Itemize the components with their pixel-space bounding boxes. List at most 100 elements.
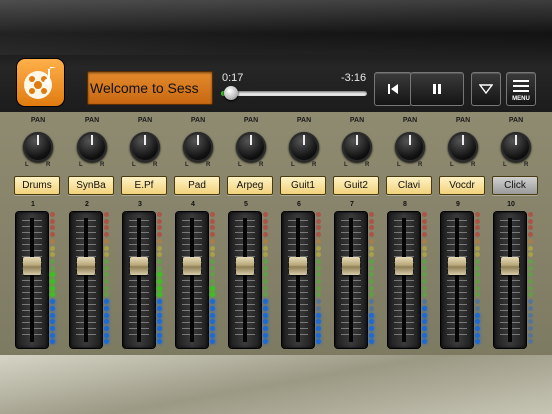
meter-led <box>157 285 162 291</box>
pan-knob[interactable] <box>448 132 478 162</box>
fader-knob[interactable] <box>289 257 307 275</box>
channel-strip: PAN L R Drums 1 <box>12 112 64 362</box>
menu-button[interactable]: MENU <box>506 72 536 106</box>
meter-led <box>422 245 427 251</box>
meter-led <box>50 285 55 291</box>
fader-knob[interactable] <box>23 257 41 275</box>
track-name-button[interactable]: Guit2 <box>333 176 379 195</box>
pan-label: PAN <box>508 117 524 124</box>
meter-led <box>104 265 109 271</box>
volume-fader[interactable] <box>176 212 208 348</box>
dropdown-button[interactable] <box>471 72 501 106</box>
pan-knob[interactable] <box>501 132 531 162</box>
track-name-button[interactable]: SynBa <box>68 176 114 195</box>
meter-led <box>422 212 427 217</box>
fader-knob[interactable] <box>448 257 466 275</box>
pan-knob[interactable] <box>77 132 107 162</box>
meter-led <box>316 285 321 291</box>
fader-knob[interactable] <box>77 257 95 275</box>
meter-led <box>263 272 268 278</box>
track-name-button[interactable]: Click <box>492 176 538 195</box>
pan-knob[interactable] <box>23 132 53 162</box>
track-name-button[interactable]: Guit1 <box>280 176 326 195</box>
level-meter <box>475 212 481 346</box>
volume-fader[interactable] <box>388 212 420 348</box>
meter-led <box>50 319 55 325</box>
meter-led <box>263 238 268 244</box>
meter-led <box>210 225 215 231</box>
volume-fader[interactable] <box>282 212 314 348</box>
position-slider-thumb[interactable] <box>224 86 238 100</box>
meter-led <box>528 339 533 345</box>
fader-knob[interactable] <box>236 257 254 275</box>
meter-led <box>157 245 162 251</box>
track-name-button[interactable]: Pad <box>174 176 220 195</box>
channel-strip: PAN L R Arpeg 5 <box>225 112 277 362</box>
pan-knob[interactable] <box>130 132 160 162</box>
meter-led <box>104 245 109 251</box>
meter-led <box>422 265 427 271</box>
triangle-down-icon <box>479 84 493 94</box>
meter-led <box>316 279 321 284</box>
position-slider[interactable] <box>221 91 367 96</box>
track-name-button[interactable]: Clavi <box>386 176 432 195</box>
meter-led <box>50 339 55 345</box>
fader-track <box>402 218 406 342</box>
meter-led <box>422 305 427 311</box>
meter-led <box>369 332 374 338</box>
channel-strip: PAN L R Guit1 6 <box>278 112 330 362</box>
rewind-button[interactable] <box>374 72 412 106</box>
meter-led <box>316 238 321 244</box>
volume-fader[interactable] <box>494 212 526 348</box>
song-title-display[interactable]: Welcome to Sess <box>87 71 213 105</box>
pan-knob[interactable] <box>395 132 425 162</box>
meter-led <box>50 292 55 298</box>
meter-led <box>528 232 533 238</box>
volume-fader[interactable] <box>70 212 102 348</box>
meter-led <box>528 299 533 305</box>
volume-fader[interactable] <box>16 212 48 348</box>
pan-knob[interactable] <box>183 132 213 162</box>
meter-led <box>210 339 215 345</box>
channel-strip: PAN L R Guit2 7 <box>331 112 383 362</box>
meter-led <box>157 305 162 311</box>
meter-led <box>369 312 374 318</box>
volume-fader[interactable] <box>441 212 473 348</box>
volume-fader[interactable] <box>123 212 155 348</box>
meter-led <box>104 258 109 264</box>
meter-led <box>369 225 374 231</box>
fader-knob[interactable] <box>183 257 201 275</box>
meter-led <box>104 212 109 217</box>
channel-number: 3 <box>138 201 142 208</box>
pan-knob[interactable] <box>236 132 266 162</box>
track-name-button[interactable]: Vocdr <box>439 176 485 195</box>
level-meter <box>263 212 269 346</box>
meter-led <box>369 218 374 224</box>
volume-fader[interactable] <box>335 212 367 348</box>
meter-led <box>369 279 374 284</box>
channel-strip: PAN L R Click 10 <box>490 112 542 362</box>
track-name-button[interactable]: Arpeg <box>227 176 273 195</box>
channel-number: 1 <box>31 201 35 208</box>
pan-knob[interactable] <box>289 132 319 162</box>
meter-led <box>422 285 427 291</box>
channel-strip: PAN L R E.Pf 3 <box>119 112 171 362</box>
meter-led <box>104 285 109 291</box>
track-name-button[interactable]: Drums <box>14 176 60 195</box>
meter-led <box>50 245 55 251</box>
volume-fader[interactable] <box>229 212 261 348</box>
pause-button[interactable] <box>410 72 464 106</box>
fader-knob[interactable] <box>395 257 413 275</box>
pan-knob[interactable] <box>342 132 372 162</box>
meter-led <box>157 319 162 325</box>
fader-knob[interactable] <box>342 257 360 275</box>
meter-led <box>316 265 321 271</box>
meter-led <box>50 325 55 331</box>
channel-number: 7 <box>350 201 354 208</box>
fader-knob[interactable] <box>501 257 519 275</box>
fader-knob[interactable] <box>130 257 148 275</box>
track-name-button[interactable]: E.Pf <box>121 176 167 195</box>
app-logo-icon[interactable] <box>17 59 64 106</box>
pan-left-label: L <box>291 162 295 168</box>
elapsed-time: 0:17 <box>222 72 244 84</box>
